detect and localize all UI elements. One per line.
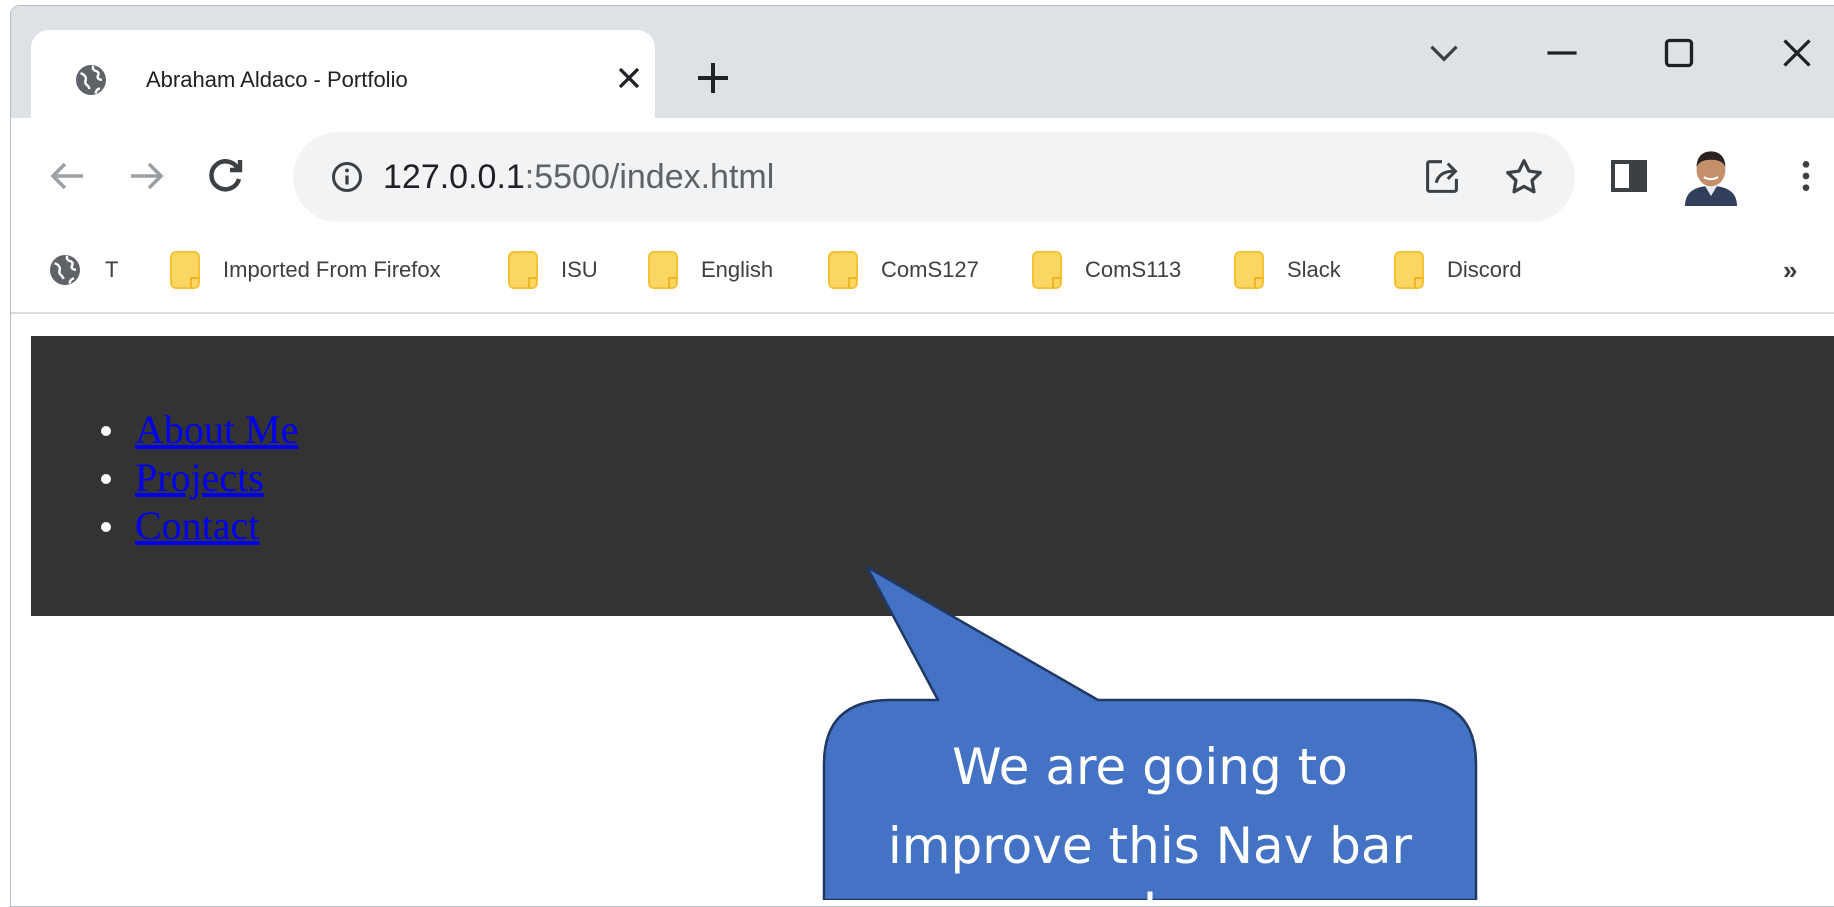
annotation-overlay: We are going to improve this Nav bar ! [822, 565, 1478, 900]
callout-line-1: We are going to [952, 738, 1348, 796]
callout-line-2: improve this Nav bar [888, 817, 1413, 875]
callout-line-3: ! [1140, 882, 1160, 900]
